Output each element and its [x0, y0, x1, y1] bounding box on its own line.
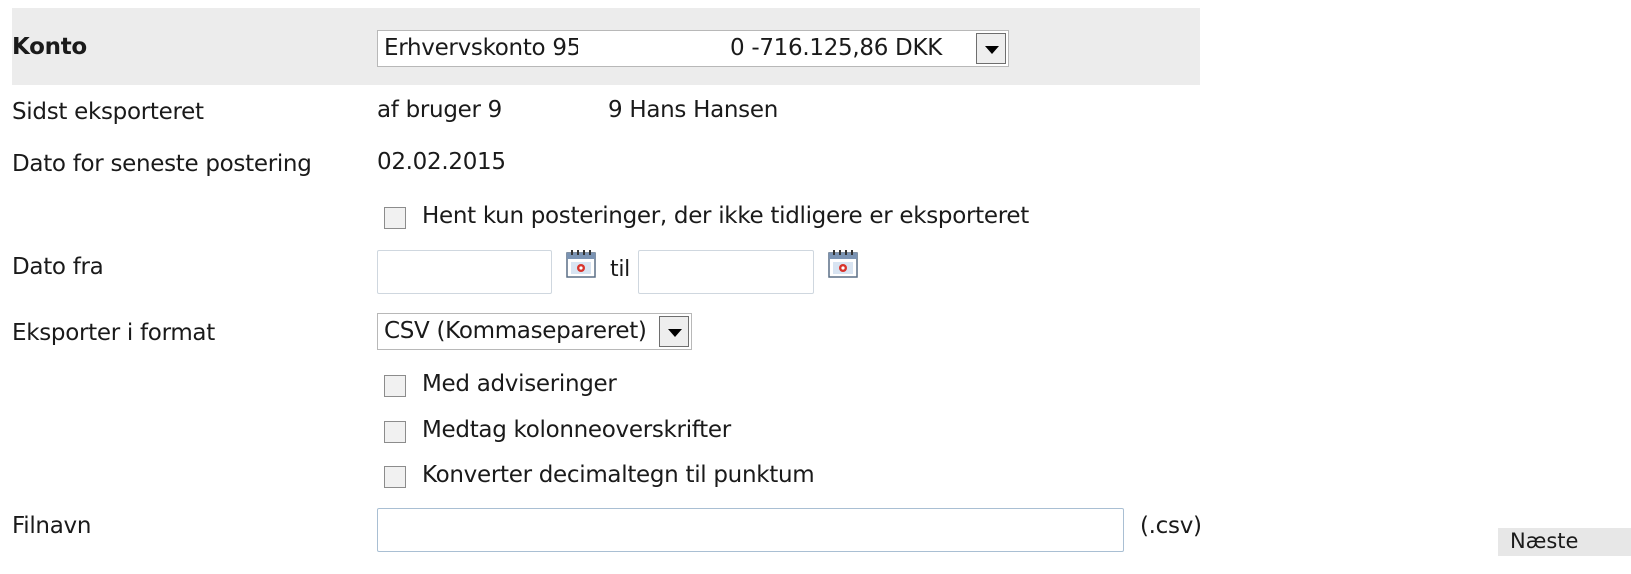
with-notices-label: Med adviseringer [422, 371, 617, 397]
format-label: Eksporter i format [12, 320, 215, 346]
account-dropdown-button[interactable] [976, 33, 1006, 64]
date-from-label: Dato fra [12, 254, 104, 280]
format-select-value: CSV (Kommasepareret) [384, 318, 647, 344]
chevron-down-icon [668, 329, 682, 337]
account-name: Erhvervskonto 95 [384, 35, 581, 61]
last-export-user-name: 9 Hans Hansen [608, 97, 778, 123]
with-notices-checkbox[interactable] [384, 375, 406, 397]
last-export-label: Sidst eksporteret [12, 99, 204, 125]
account-balance: 0 -716.125,86 DKK [730, 35, 943, 61]
calendar-icon[interactable] [828, 250, 858, 278]
next-button[interactable]: Næste [1498, 528, 1631, 556]
only-new-checkbox[interactable] [384, 207, 406, 229]
calendar-icon[interactable] [566, 250, 596, 278]
include-headers-checkbox[interactable] [384, 421, 406, 443]
account-select[interactable]: Erhvervskonto 95 0 -716.125,86 DKK [377, 30, 1009, 67]
chevron-down-icon [985, 46, 999, 54]
account-row: Konto Erhvervskonto 95 0 -716.125,86 DKK [12, 8, 1200, 85]
decimal-point-checkbox[interactable] [384, 466, 406, 488]
date-to-input[interactable] [638, 250, 814, 294]
last-posting-label: Dato for seneste postering [12, 151, 312, 177]
redaction [578, 32, 723, 65]
format-dropdown-button[interactable] [659, 316, 689, 347]
filename-label: Filnavn [12, 513, 92, 539]
date-from-input[interactable] [377, 250, 552, 294]
last-posting-date: 02.02.2015 [377, 149, 506, 175]
format-select[interactable]: CSV (Kommasepareret) [377, 313, 692, 350]
filename-extension: (.csv) [1140, 513, 1202, 539]
only-new-label: Hent kun posteringer, der ikke tidligere… [422, 203, 1029, 229]
date-to-label: til [610, 257, 630, 282]
decimal-point-label: Konverter decimaltegn til punktum [422, 462, 815, 488]
account-select-value: Erhvervskonto 95 [384, 35, 581, 61]
account-label: Konto [12, 34, 87, 60]
filename-input[interactable] [377, 508, 1124, 552]
last-export-user-id: af bruger 9 [377, 97, 502, 123]
include-headers-label: Medtag kolonneoverskrifter [422, 417, 731, 443]
